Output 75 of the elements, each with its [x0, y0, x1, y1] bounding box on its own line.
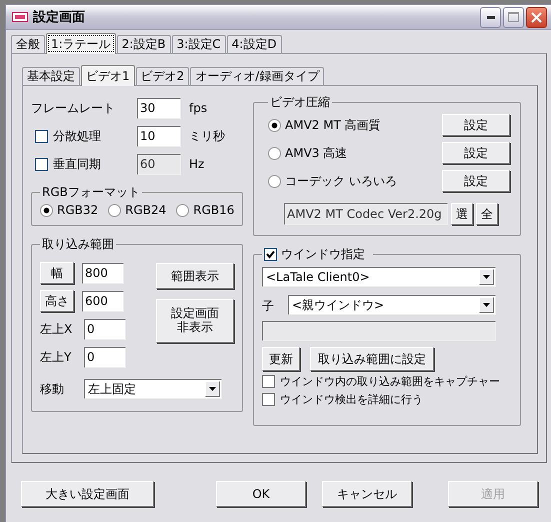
refresh-button[interactable]: 更新: [262, 347, 300, 371]
close-button[interactable]: [526, 6, 547, 28]
settings-button[interactable]: 設定: [442, 114, 510, 136]
minimize-button[interactable]: [480, 6, 501, 28]
unit-label: Hz: [189, 157, 204, 171]
unit-label: fps: [189, 101, 208, 115]
checkbox-label: 分散処理: [53, 128, 101, 144]
radio-button[interactable]: [108, 204, 122, 216]
checkbox[interactable]: [262, 375, 275, 388]
input-field[interactable]: 600: [82, 290, 124, 312]
select-button[interactable]: 選: [451, 203, 473, 225]
field-label: 左上X: [40, 320, 74, 338]
checkbox-label: ウインドウ指定: [281, 246, 365, 263]
move-dropdown[interactable]: 左上固定: [84, 379, 222, 399]
checkbox-label: 垂直同期: [53, 156, 101, 172]
tab[interactable]: 全般: [11, 35, 45, 53]
radio-button[interactable]: [40, 204, 53, 216]
show-range-button[interactable]: 範囲表示: [156, 263, 234, 289]
input-field[interactable]: 0: [84, 318, 126, 340]
tab[interactable]: 基本設定: [22, 67, 80, 85]
close-icon: [531, 12, 542, 22]
codec-name-field[interactable]: AMV2 MT Codec Ver2.20g: [284, 203, 448, 225]
checkbox[interactable]: [264, 248, 277, 261]
tab[interactable]: 3:設定C: [172, 35, 226, 53]
group-title: 取り込み範囲: [41, 236, 115, 253]
tab[interactable]: ビデオ1: [81, 65, 135, 86]
radio-label: RGB24: [125, 203, 166, 217]
radio-button[interactable]: [176, 204, 190, 216]
dropdown-arrow-icon: [483, 303, 490, 307]
set-range-button[interactable]: 取り込み範囲に設定: [310, 347, 434, 371]
all-button[interactable]: 全: [476, 203, 498, 225]
input-field[interactable]: 0: [84, 346, 126, 368]
radio-button[interactable]: [268, 146, 281, 160]
dialog-button[interactable]: キャンセル: [322, 481, 412, 507]
minimize-icon: [486, 16, 494, 18]
radio-label: コーデック いろいろ: [285, 172, 397, 190]
group-title: RGBフォーマット: [41, 184, 141, 201]
hide-settings-button[interactable]: 設定画面 非表示: [156, 299, 234, 343]
dropdown-arrow-icon: [209, 387, 216, 391]
unit-label: ミリ秒: [189, 128, 225, 144]
dialog-button[interactable]: 大きい設定画面: [21, 481, 154, 507]
field-label: 子: [262, 298, 275, 315]
tab[interactable]: ビデオ2: [136, 67, 190, 85]
window-icon: [12, 12, 28, 22]
checkbox[interactable]: [262, 393, 275, 406]
input-field[interactable]: 800: [82, 262, 124, 284]
dropdown-arrow-icon: [483, 275, 490, 279]
window-title: 設定画面: [33, 8, 86, 26]
input-field[interactable]: 30: [137, 98, 181, 118]
tab[interactable]: 2:設定B: [116, 35, 171, 53]
window-dropdown[interactable]: <LaTale Client0>: [262, 267, 496, 287]
checkbox-label: ウインドウ検出を詳細に行う: [280, 392, 423, 407]
group-title: ビデオ圧縮: [269, 94, 331, 111]
tab[interactable]: 1:ラテール: [46, 33, 116, 54]
field-label: 移動: [40, 380, 65, 398]
checkbox[interactable]: [35, 130, 48, 142]
tab[interactable]: 4:設定D: [226, 35, 282, 53]
child-window-dropdown[interactable]: <親ウインドウ>: [288, 295, 496, 315]
radio-label: RGB16: [193, 203, 234, 217]
field-label: フレームレート: [31, 100, 116, 116]
radio-label: RGB32: [57, 203, 98, 217]
radio-label: AMV3 高速: [285, 144, 348, 162]
input-field[interactable]: 10: [137, 126, 181, 146]
settings-button[interactable]: 設定: [442, 170, 510, 192]
field-label: 左上Y: [40, 348, 72, 366]
maximize-icon: [508, 12, 519, 22]
radio-button[interactable]: [268, 174, 281, 188]
checkbox-label: ウインドウ内の取り込み範囲をキャプチャー: [280, 374, 500, 389]
radio-label: AMV2 MT 高画質: [285, 116, 381, 134]
width-button[interactable]: 幅: [40, 262, 74, 284]
radio-button[interactable]: [268, 118, 281, 132]
tab[interactable]: オーディオ/録画タイプ: [190, 67, 324, 85]
settings-button[interactable]: 設定: [442, 142, 510, 164]
dialog-button[interactable]: OK: [216, 481, 306, 507]
height-button[interactable]: 高さ: [40, 290, 74, 312]
